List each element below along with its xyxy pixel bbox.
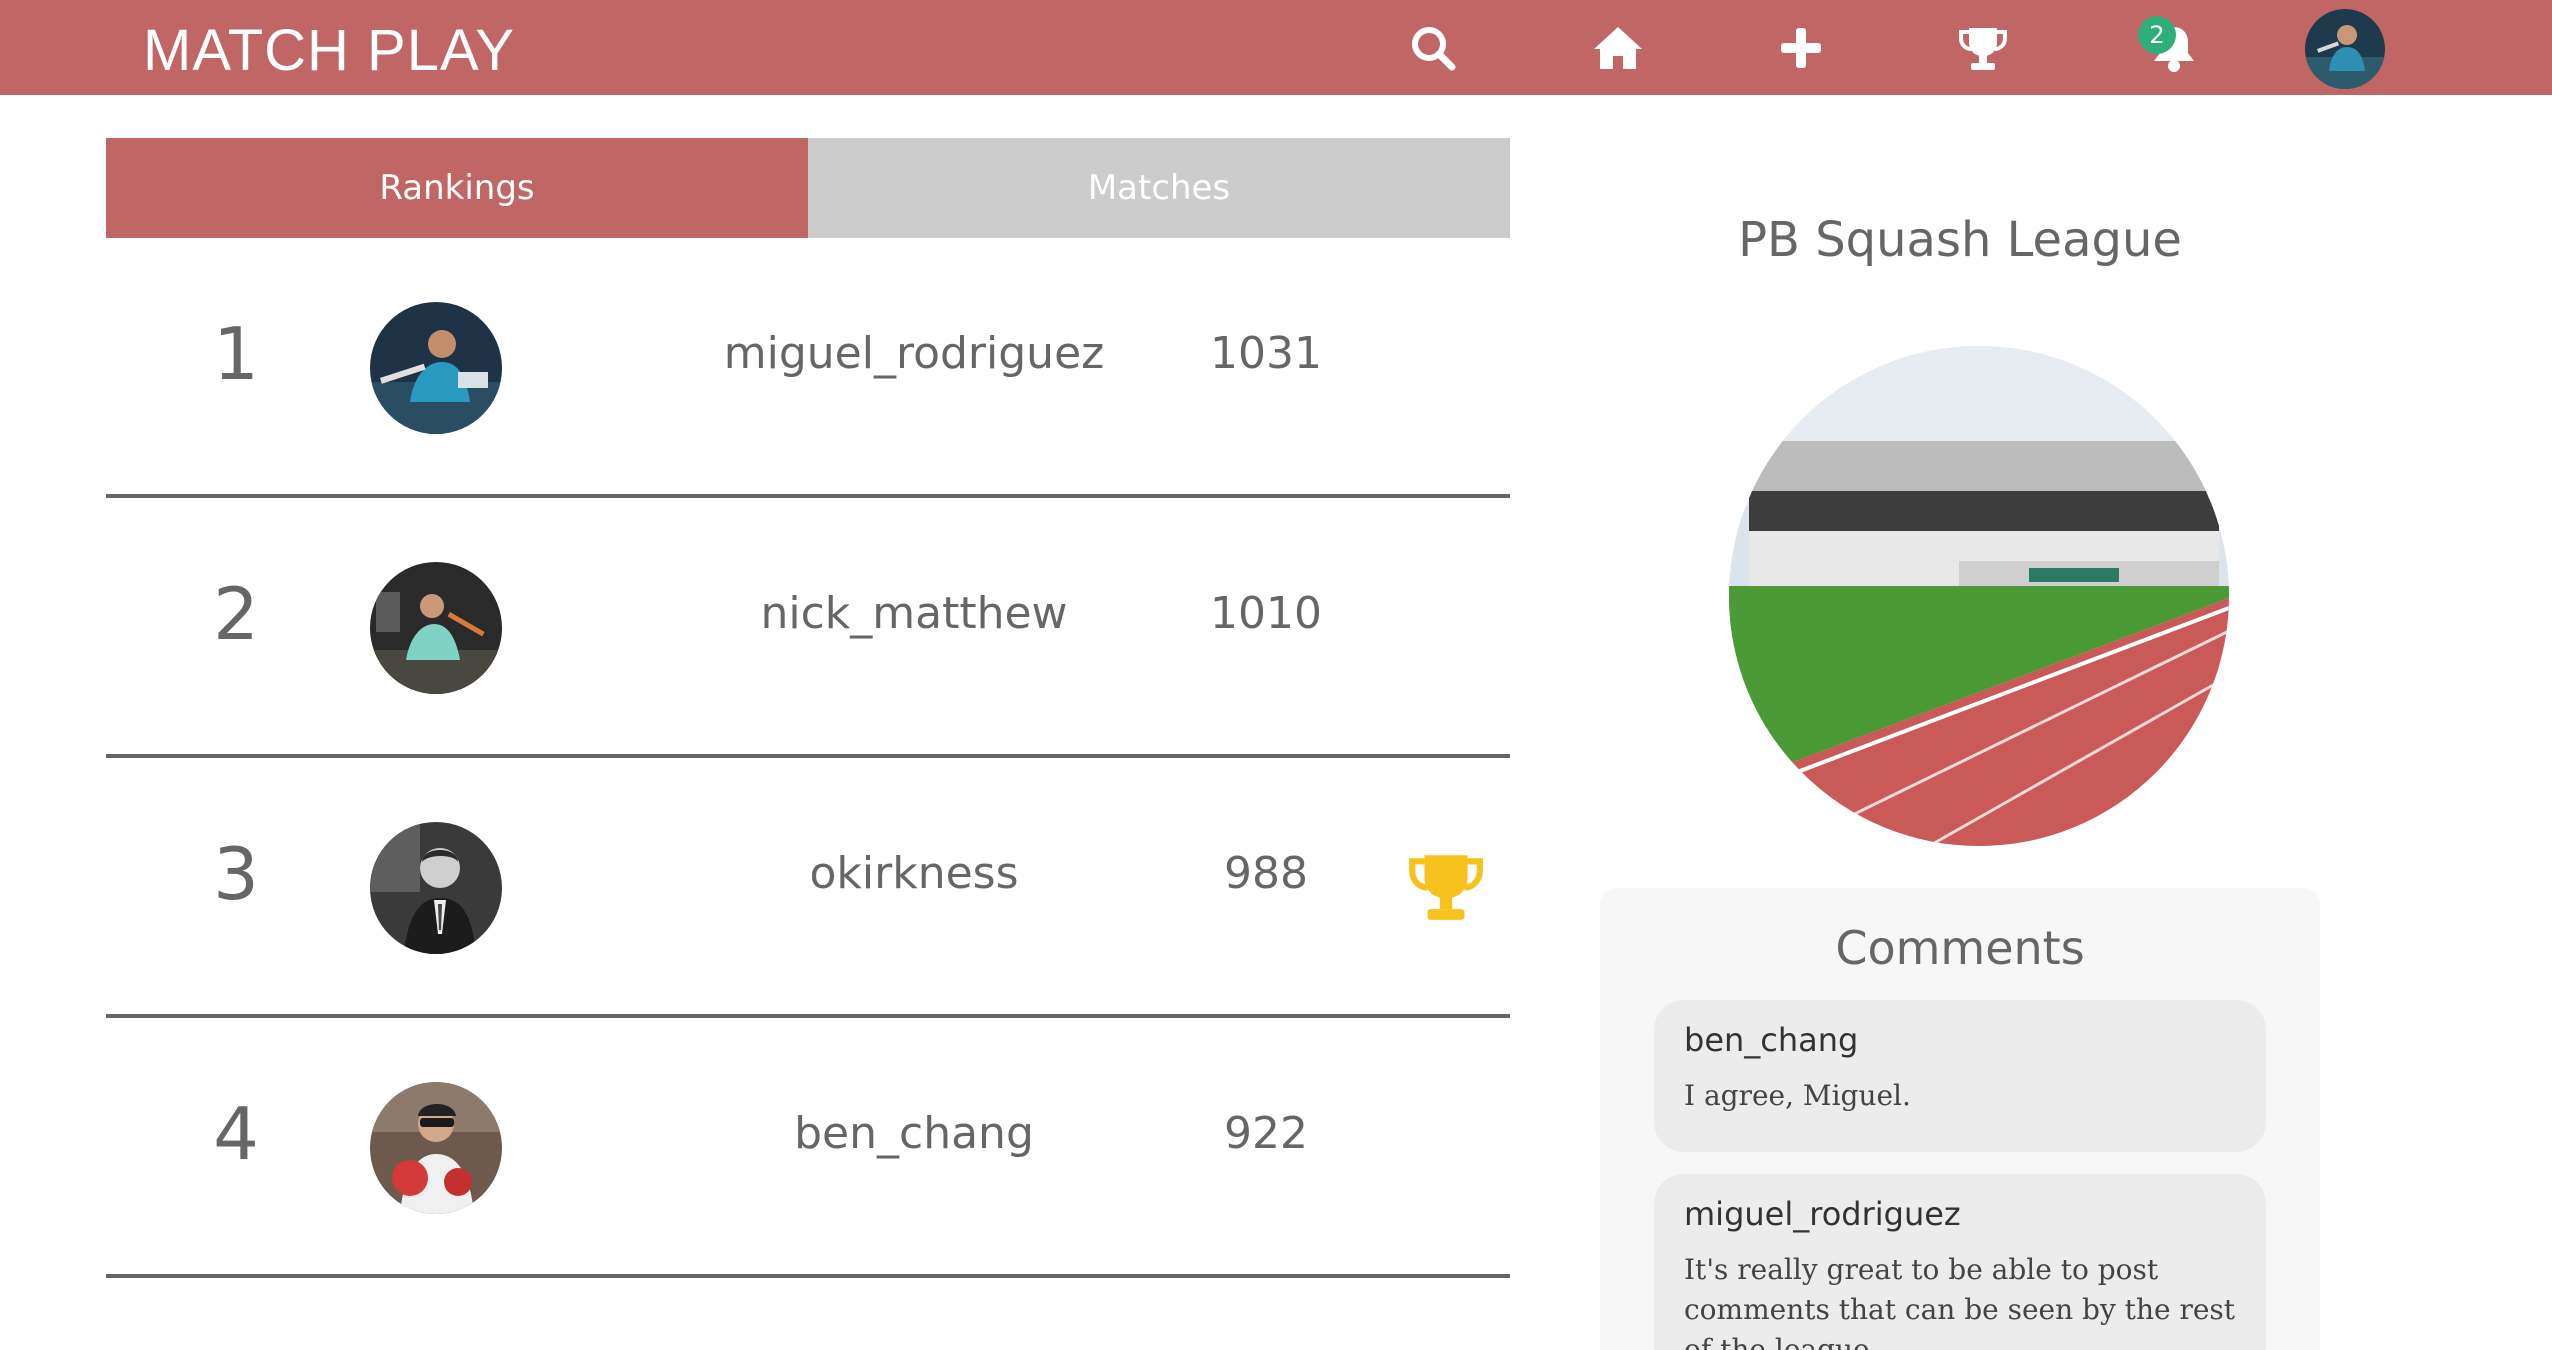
rank-number: 3	[213, 832, 259, 916]
search-icon[interactable]	[1405, 20, 1461, 76]
rankings-list: 1 miguel_rodriguez 1031 2 nick_matthew 1…	[106, 238, 1510, 1278]
comment-author[interactable]: ben_chang	[1684, 1020, 2236, 1060]
comment-card: miguel_rodriguez It's really great to be…	[1654, 1174, 2266, 1350]
notification-badge: 2	[2138, 16, 2176, 54]
ranking-row[interactable]: 3 okirkness 988	[106, 758, 1510, 1018]
rank-number: 4	[213, 1092, 259, 1176]
comment-text: I agree, Miguel.	[1684, 1079, 1911, 1112]
comment-text: It's really great to be able to post com…	[1684, 1253, 2236, 1350]
player-score: 922	[1224, 1108, 1308, 1159]
player-score: 1010	[1210, 588, 1322, 639]
trophy-icon[interactable]	[1955, 20, 2011, 76]
ranking-tabs: Rankings Matches	[106, 138, 1510, 238]
player-username[interactable]: nick_matthew	[576, 586, 1252, 642]
league-title: PB Squash League	[1738, 212, 2182, 268]
comments-title: Comments	[1835, 921, 2085, 975]
player-username[interactable]: okirkness	[576, 846, 1252, 902]
brand-logo[interactable]: MATCH PLAY	[143, 17, 515, 85]
player-username[interactable]: ben_chang	[576, 1106, 1252, 1162]
user-avatar[interactable]	[2305, 9, 2385, 89]
trophy-icon	[1406, 846, 1486, 926]
player-avatar[interactable]	[370, 302, 502, 434]
league-photo	[1729, 346, 2229, 846]
ranking-row[interactable]: 1 miguel_rodriguez 1031	[106, 238, 1510, 498]
rank-number: 2	[213, 572, 259, 656]
ranking-row[interactable]: 2 nick_matthew 1010	[106, 498, 1510, 758]
plus-icon[interactable]	[1773, 20, 1829, 76]
top-navbar: MATCH PLAY 2	[0, 0, 2552, 95]
player-score: 988	[1224, 848, 1308, 899]
player-avatar[interactable]	[370, 1082, 502, 1214]
player-avatar[interactable]	[370, 822, 502, 954]
ranking-row[interactable]: 4 ben_chang 922	[106, 1018, 1510, 1278]
player-username[interactable]: miguel_rodriguez	[576, 326, 1252, 382]
comment-card: ben_chang I agree, Miguel.	[1654, 1000, 2266, 1152]
comment-author[interactable]: miguel_rodriguez	[1684, 1194, 2236, 1234]
tab-rankings[interactable]: Rankings	[106, 138, 808, 238]
player-score: 1031	[1210, 328, 1322, 379]
player-avatar[interactable]	[370, 562, 502, 694]
comments-panel: Comments ben_chang I agree, Miguel. migu…	[1600, 888, 2320, 1350]
rank-number: 1	[213, 312, 259, 396]
tab-matches[interactable]: Matches	[808, 138, 1510, 238]
home-icon[interactable]	[1590, 20, 1646, 76]
